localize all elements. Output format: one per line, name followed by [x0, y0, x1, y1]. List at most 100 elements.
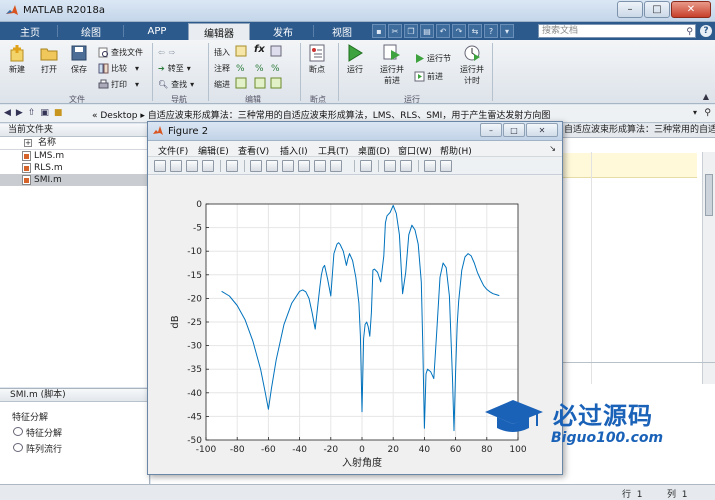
zoom-in-icon[interactable]: [250, 160, 262, 172]
find-button[interactable]: 🔍︎ 查找 ▾: [158, 78, 194, 90]
goto-button[interactable]: ➔ 转至 ▾: [158, 62, 191, 74]
details-item-eigen[interactable]: 特征分解: [0, 426, 149, 439]
find-files-button[interactable]: 查找文件: [98, 46, 143, 58]
chevron-down-icon: ▾: [190, 79, 195, 89]
path-search-icon[interactable]: ⚲: [704, 108, 711, 118]
details-item-array[interactable]: 阵列流行: [0, 442, 149, 455]
hide-tools-icon[interactable]: [424, 160, 436, 172]
file-item-smi[interactable]: SMI.m: [0, 174, 149, 186]
show-tools-icon[interactable]: [440, 160, 452, 172]
open-button[interactable]: 打开: [40, 44, 58, 75]
link-plot-icon[interactable]: [360, 160, 372, 172]
up-folder-icon[interactable]: ⇧: [28, 108, 36, 118]
m-file-icon: [22, 151, 31, 161]
browse-folder-icon[interactable]: ▣: [40, 108, 49, 118]
search-docs-input[interactable]: 搜索文档 ⚲: [538, 24, 696, 38]
save-quick-icon[interactable]: ▪: [372, 24, 386, 38]
pan-icon[interactable]: [282, 160, 294, 172]
collapse-ribbon-icon[interactable]: ▲: [703, 92, 709, 101]
run-button[interactable]: 运行: [346, 44, 364, 75]
new-button[interactable]: 新建: [8, 44, 26, 75]
file-item-lms[interactable]: LMS.m: [0, 150, 149, 162]
insert-function-icon[interactable]: fx: [254, 44, 265, 55]
expand-icon[interactable]: +: [24, 139, 32, 147]
redo-quick-icon[interactable]: ↷: [452, 24, 466, 38]
editor-tab[interactable]: 自适应波束形成算法：三种常用的自适应波束形成算法，LM...: [561, 124, 715, 138]
insert-menu-icon[interactable]: [270, 45, 282, 57]
insert-button[interactable]: 插入: [214, 46, 230, 58]
tab-editor[interactable]: 编辑器: [188, 23, 250, 40]
menu-dock-icon[interactable]: ↘: [549, 144, 556, 153]
paste-quick-icon[interactable]: ▤: [420, 24, 434, 38]
run-and-time-button[interactable]: 运行并 计时: [460, 44, 484, 86]
file-name: SMI.m: [34, 175, 62, 185]
run-section-button[interactable]: 运行节: [414, 52, 451, 64]
figure-minimize-button[interactable]: –: [480, 123, 502, 137]
print-figure-icon[interactable]: [202, 160, 214, 172]
scroll-thumb[interactable]: [705, 174, 713, 216]
menu-edit[interactable]: 编辑(E): [198, 144, 229, 157]
smart-indent-icon[interactable]: [235, 77, 247, 89]
tab-view[interactable]: 视图: [318, 23, 366, 40]
uncomment-icon[interactable]: %: [254, 61, 266, 73]
back-forward-buttons[interactable]: ⇦ ⇨: [158, 46, 175, 58]
open-file-icon[interactable]: [170, 160, 182, 172]
menu-window[interactable]: 窗口(W): [398, 144, 432, 157]
menu-help[interactable]: 帮助(H): [440, 144, 472, 157]
x-tick-label: -80: [230, 445, 245, 455]
maximize-button[interactable]: □: [644, 1, 670, 18]
current-folder-title: 当前文件夹: [0, 124, 149, 137]
editor-highlight: [561, 153, 697, 178]
brush-icon[interactable]: [330, 160, 342, 172]
menu-tools[interactable]: 工具(T): [318, 144, 349, 157]
close-button[interactable]: ✕: [671, 1, 711, 18]
wrap-comment-icon[interactable]: %: [270, 61, 282, 73]
help-quick-icon[interactable]: ?: [484, 24, 498, 38]
compare-button[interactable]: 比较 ▾: [98, 62, 139, 74]
menu-desktop[interactable]: 桌面(D): [358, 144, 390, 157]
comment-icon[interactable]: %: [235, 61, 247, 73]
advance-button[interactable]: 前进: [414, 70, 443, 82]
menu-view[interactable]: 查看(V): [238, 144, 269, 157]
print-button[interactable]: 打印 ▾: [98, 78, 139, 90]
decrease-indent-icon[interactable]: [270, 77, 282, 89]
switch-window-icon[interactable]: ⇆: [468, 24, 482, 38]
file-item-rls[interactable]: RLS.m: [0, 162, 149, 174]
figure-close-button[interactable]: ✕: [526, 123, 558, 137]
edit-plot-icon[interactable]: [226, 160, 238, 172]
rotate-icon[interactable]: [298, 160, 310, 172]
breakpoints-button[interactable]: 断点: [308, 44, 326, 75]
more-quick-icon[interactable]: ▾: [500, 24, 514, 38]
colorbar-icon[interactable]: [384, 160, 396, 172]
x-tick-label: 20: [387, 445, 399, 455]
tab-publish[interactable]: 发布: [255, 23, 311, 40]
copy-quick-icon[interactable]: ❐: [404, 24, 418, 38]
forward-icon[interactable]: ▶: [16, 108, 23, 118]
tab-plots[interactable]: 绘图: [62, 23, 120, 40]
path-dropdown-icon[interactable]: ▾: [693, 108, 697, 117]
insert-section-icon[interactable]: [235, 45, 247, 57]
cut-quick-icon[interactable]: ✂: [388, 24, 402, 38]
name-column-header[interactable]: + 名称: [0, 137, 149, 150]
new-figure-icon[interactable]: [154, 160, 166, 172]
tab-home[interactable]: 主页: [6, 23, 54, 40]
figure-maximize-button[interactable]: □: [503, 123, 525, 137]
menu-insert[interactable]: 插入(I): [280, 144, 308, 157]
run-and-advance-button[interactable]: 运行并 前进: [380, 44, 404, 86]
help-icon[interactable]: ?: [700, 25, 712, 37]
save-button[interactable]: 保存: [70, 44, 88, 75]
current-path[interactable]: « Desktop ▸ 自适应波束形成算法：三种常用的自适应波束形成算法，LMS…: [92, 108, 550, 121]
editor-scrollbar[interactable]: [702, 152, 715, 384]
zoom-out-icon[interactable]: [266, 160, 278, 172]
tab-apps[interactable]: APP: [128, 23, 186, 40]
data-cursor-icon[interactable]: [314, 160, 326, 172]
back-icon[interactable]: ◀: [4, 108, 11, 118]
legend-icon[interactable]: [400, 160, 412, 172]
undo-quick-icon[interactable]: ↶: [436, 24, 450, 38]
save-figure-icon[interactable]: [186, 160, 198, 172]
comment-button[interactable]: 注释: [214, 62, 230, 74]
minimize-button[interactable]: –: [617, 1, 643, 18]
increase-indent-icon[interactable]: [254, 77, 266, 89]
indent-button[interactable]: 缩进: [214, 78, 230, 90]
menu-file[interactable]: 文件(F): [158, 144, 188, 157]
